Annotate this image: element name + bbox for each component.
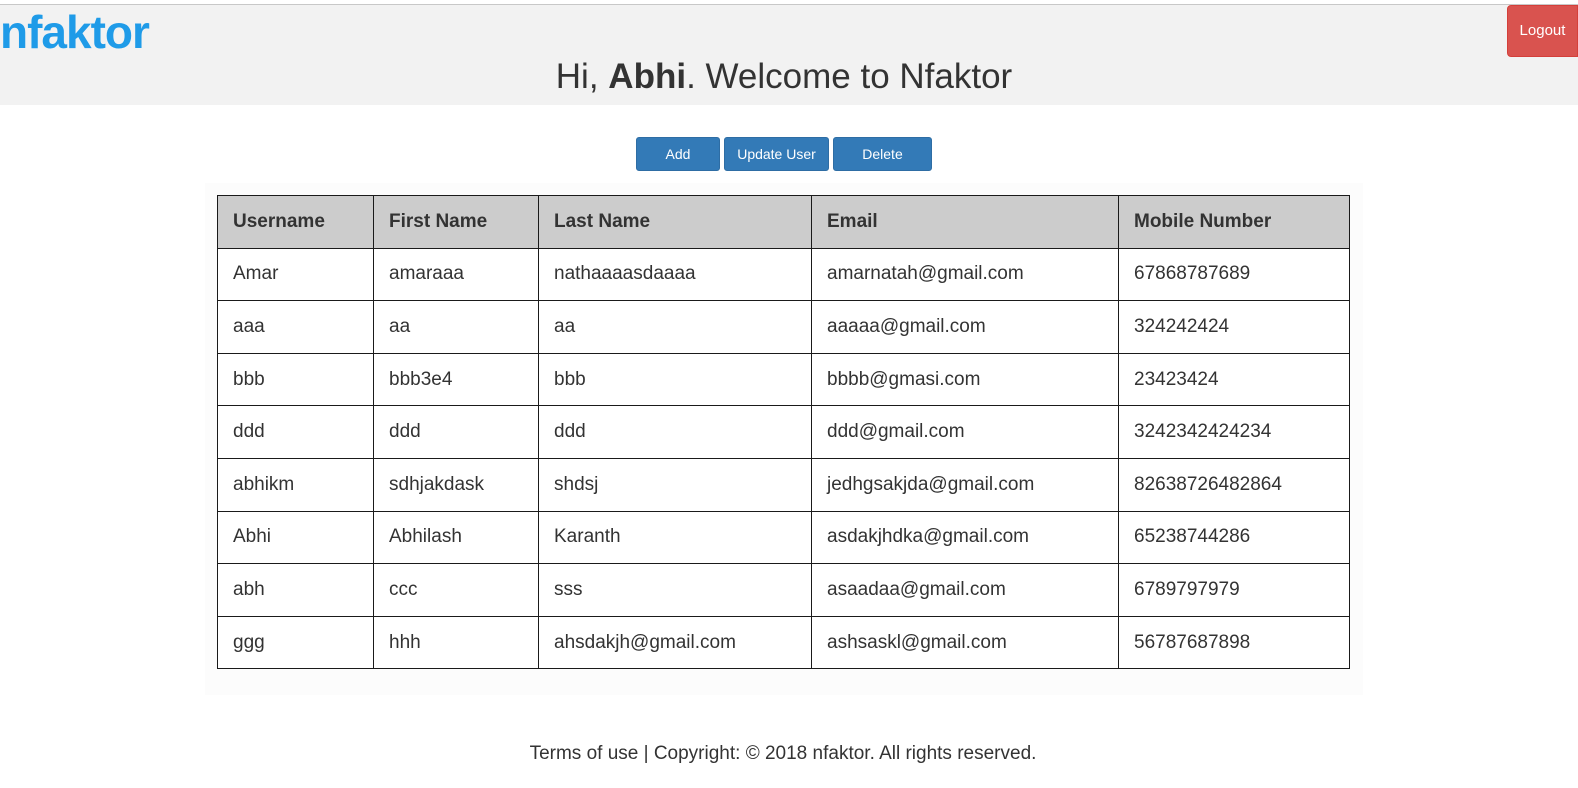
cell-email: aaaaa@gmail.com xyxy=(811,300,1119,354)
welcome-heading: Hi, Abhi. Welcome to Nfaktor xyxy=(0,55,1568,99)
cell-last-name: Karanth xyxy=(538,510,812,565)
table-row[interactable]: Amar amaraaa nathaaaasdaaaa amarnatah@gm… xyxy=(217,247,1350,302)
users-table: Username First Name Last Name Email Mobi… xyxy=(217,195,1350,670)
cell-first-name: aa xyxy=(373,300,539,354)
cell-last-name: shdsj xyxy=(538,457,812,512)
table-row[interactable]: ddd ddd ddd ddd@gmail.com 3242342424234 xyxy=(217,405,1350,459)
cell-last-name: sss xyxy=(538,563,812,617)
cell-email: ashsaskl@gmail.com xyxy=(811,615,1119,670)
column-header-email: Email xyxy=(811,195,1119,249)
cell-last-name: bbb xyxy=(538,352,812,407)
table-row[interactable]: aaa aa aa aaaaa@gmail.com 324242424 xyxy=(217,300,1350,354)
cell-username: abhikm xyxy=(217,457,374,512)
table-row[interactable]: abhikm sdhjakdask shdsj jedhgsakjda@gmai… xyxy=(217,457,1350,512)
column-header-last-name: Last Name xyxy=(538,195,812,249)
cell-last-name: ddd xyxy=(538,405,812,459)
cell-first-name: amaraaa xyxy=(373,247,539,302)
cell-email: bbbb@gmasi.com xyxy=(811,352,1119,407)
cell-last-name: nathaaaasdaaaa xyxy=(538,247,812,302)
cell-first-name: ddd xyxy=(373,405,539,459)
greeting-suffix: . Welcome to Nfaktor xyxy=(686,57,1013,96)
column-header-first-name: First Name xyxy=(373,195,539,249)
cell-username: ggg xyxy=(217,615,374,670)
footer-text: Terms of use | Copyright: © 2018 nfaktor… xyxy=(529,743,1037,764)
table-header-row: Username First Name Last Name Email Mobi… xyxy=(217,195,1350,249)
table-row[interactable]: abh ccc sss asaadaa@gmail.com 6789797979 xyxy=(217,563,1350,617)
cell-first-name: Abhilash xyxy=(373,510,539,565)
cell-mobile-number: 6789797979 xyxy=(1118,563,1350,617)
add-user-button[interactable]: Add User xyxy=(636,137,720,194)
cell-last-name: ahsdakjh@gmail.com xyxy=(538,615,812,670)
user-name: Abhi xyxy=(608,57,687,96)
cell-username: aaa xyxy=(217,300,374,354)
cell-mobile-number: 324242424 xyxy=(1118,300,1350,354)
cell-username: Amar xyxy=(217,247,374,302)
cell-mobile-number: 65238744286 xyxy=(1118,510,1350,565)
delete-user-button[interactable]: Delete User xyxy=(833,137,932,194)
page-header: nfaktor Logout Hi, Abhi. Welcome to Nfak… xyxy=(0,5,1578,105)
cell-first-name: sdhjakdask xyxy=(373,457,539,512)
table-row[interactable]: Abhi Abhilash Karanth asdakjhdka@gmail.c… xyxy=(217,510,1350,565)
greeting-prefix: Hi, xyxy=(555,57,599,96)
cell-mobile-number: 82638726482864 xyxy=(1118,457,1350,512)
nfaktor-logo[interactable]: nfaktor xyxy=(0,6,150,58)
cell-first-name: ccc xyxy=(373,563,539,617)
cell-username: bbb xyxy=(217,352,374,407)
cell-email: amarnatah@gmail.com xyxy=(811,247,1119,302)
table-row[interactable]: ggg hhh ahsdakjh@gmail.com ashsaskl@gmai… xyxy=(217,615,1350,670)
cell-username: Abhi xyxy=(217,510,374,565)
cell-mobile-number: 3242342424234 xyxy=(1118,405,1350,459)
cell-mobile-number: 56787687898 xyxy=(1118,615,1350,670)
cell-username: abh xyxy=(217,563,374,617)
cell-email: jedhgsakjda@gmail.com xyxy=(811,457,1119,512)
column-header-username: Username xyxy=(217,195,374,249)
cell-email: ddd@gmail.com xyxy=(811,405,1119,459)
cell-first-name: hhh xyxy=(373,615,539,670)
update-user-button[interactable]: Update User xyxy=(724,137,829,171)
users-table-container: Username First Name Last Name Email Mobi… xyxy=(205,183,1363,695)
cell-email: asdakjhdka@gmail.com xyxy=(811,510,1119,565)
column-header-mobile-number: Mobile Number xyxy=(1118,195,1350,249)
table-row[interactable]: bbb bbb3e4 bbb bbbb@gmasi.com 23423424 xyxy=(217,352,1350,407)
cell-last-name: aa xyxy=(538,300,812,354)
cell-first-name: bbb3e4 xyxy=(373,352,539,407)
cell-email: asaadaa@gmail.com xyxy=(811,563,1119,617)
cell-mobile-number: 23423424 xyxy=(1118,352,1350,407)
cell-mobile-number: 67868787689 xyxy=(1118,247,1350,302)
cell-username: ddd xyxy=(217,405,374,459)
logo-text: nfaktor xyxy=(0,6,150,58)
logout-button[interactable]: Logout xyxy=(1507,5,1578,57)
user-actions: Add User Update User Delete User xyxy=(636,137,932,194)
